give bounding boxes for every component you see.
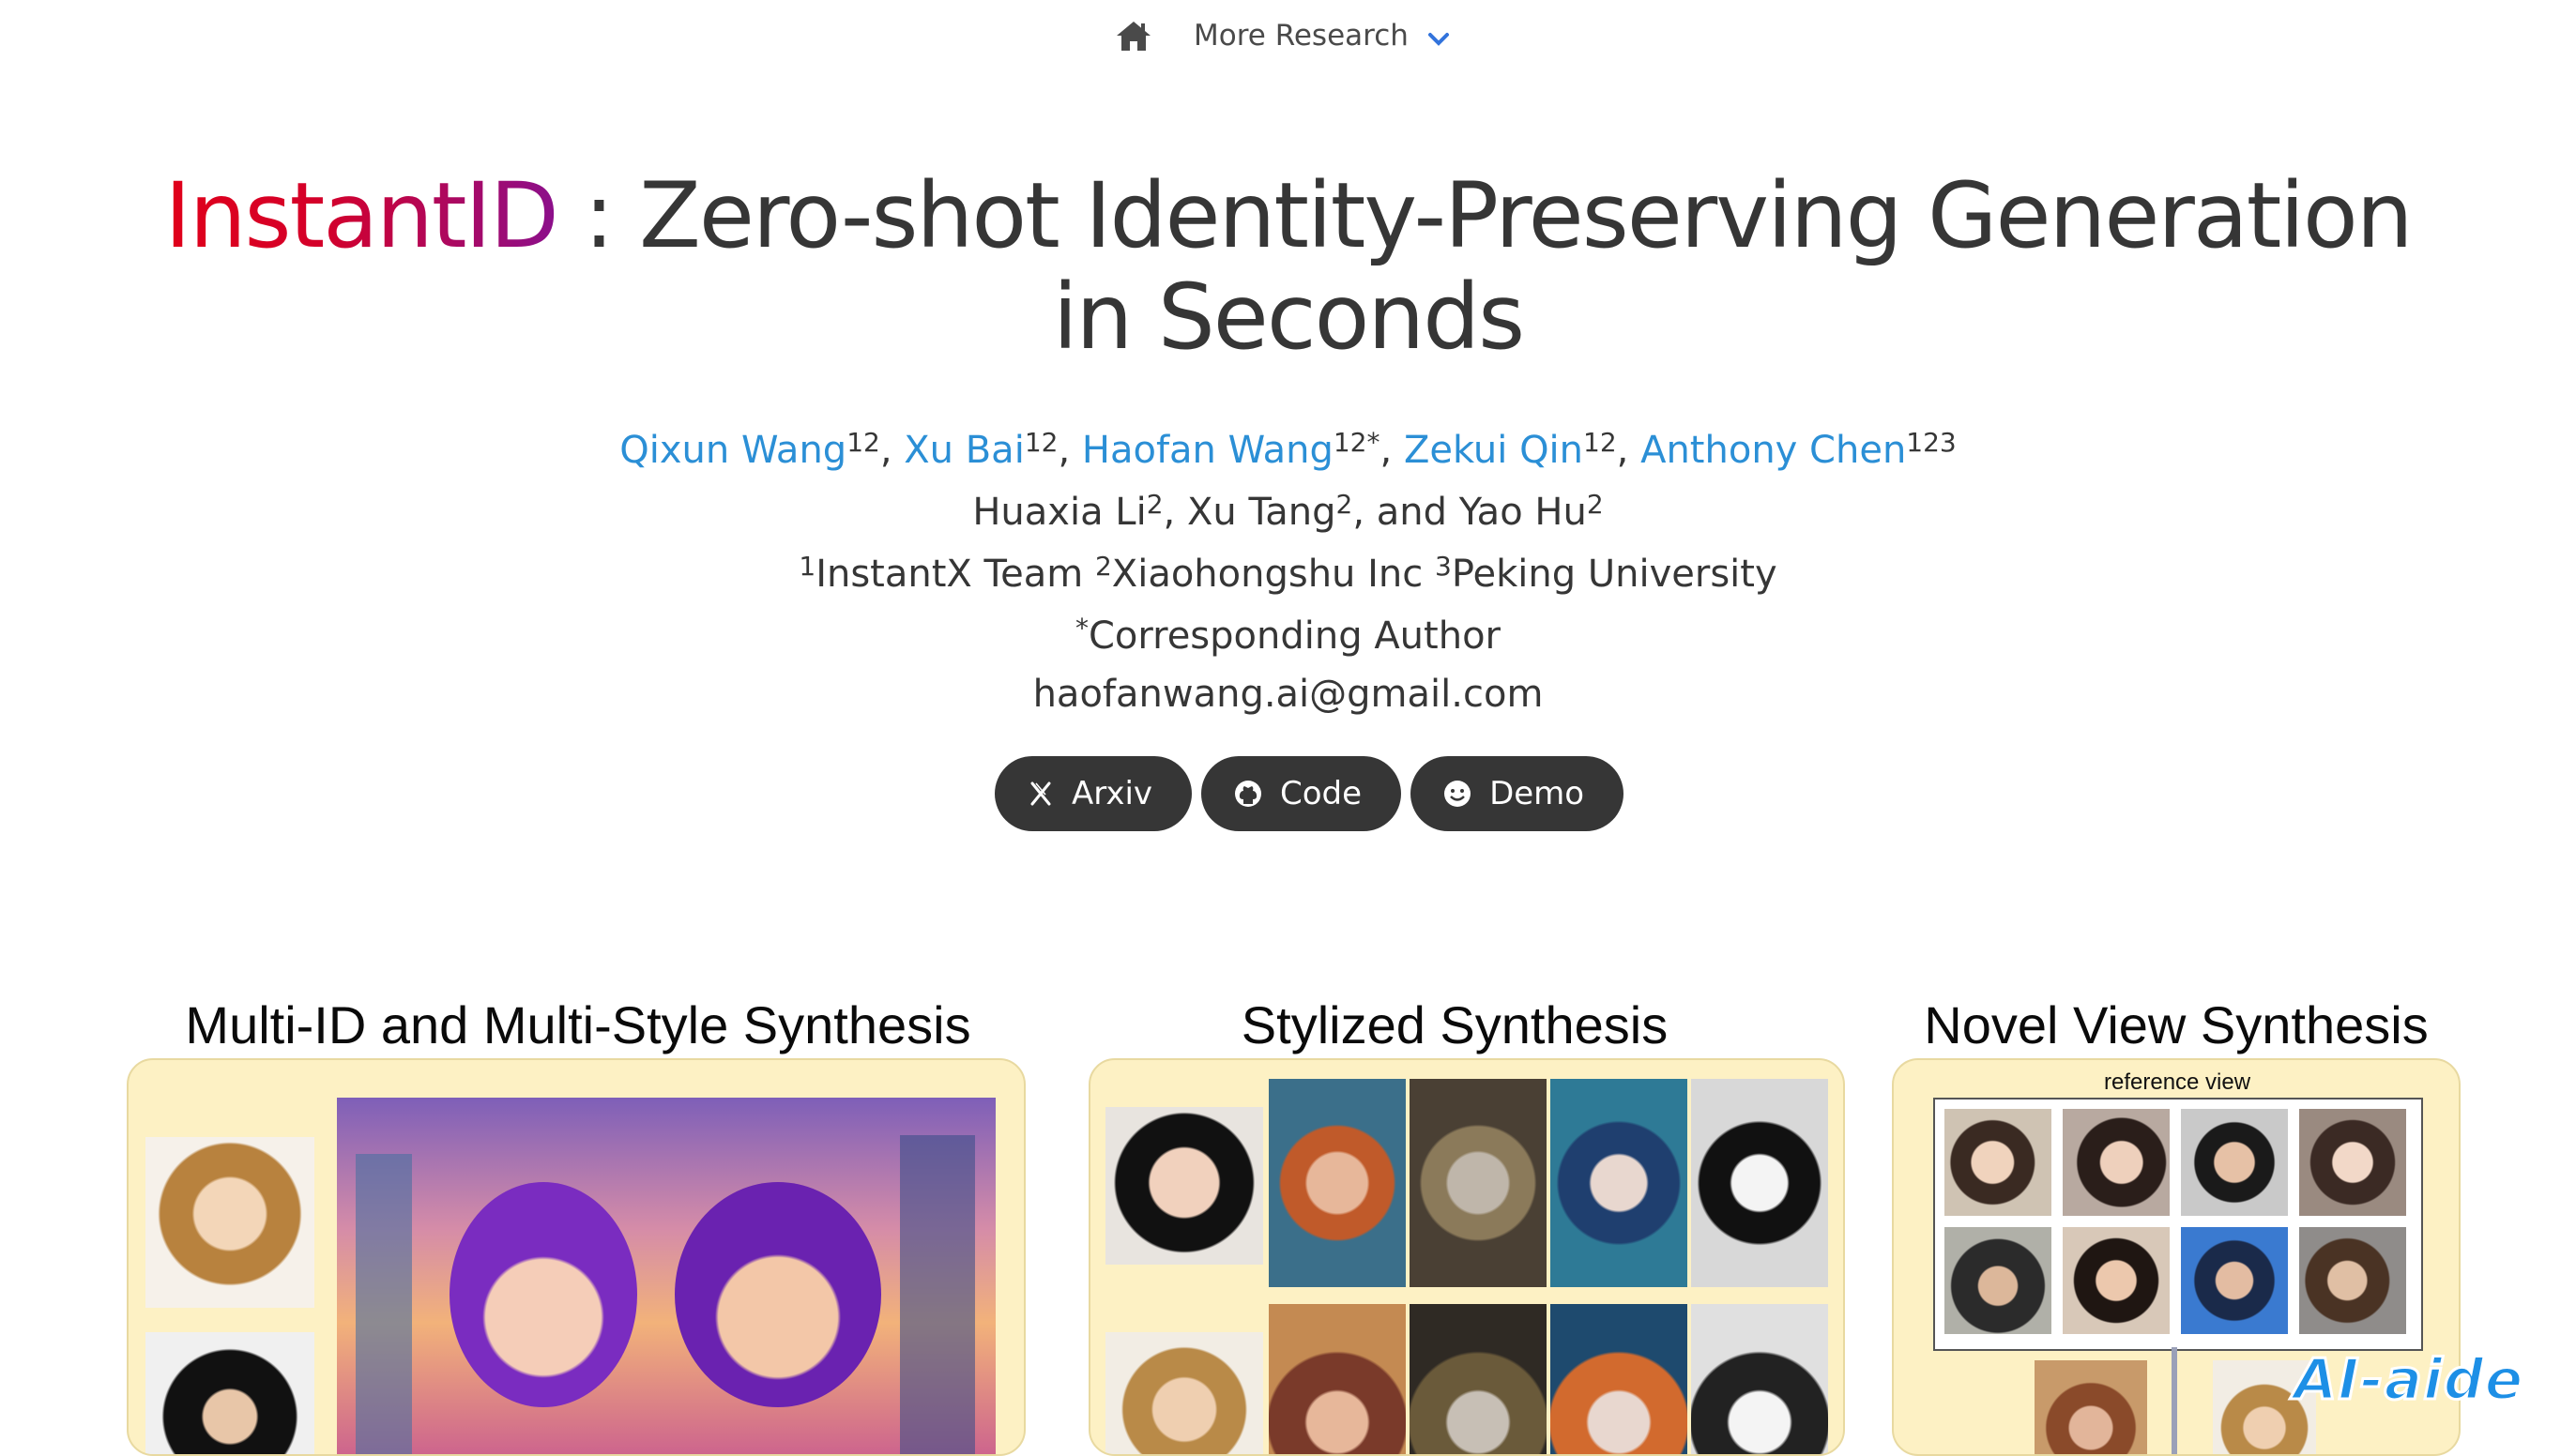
reference-view-box: reference view [1933, 1069, 2423, 1351]
affiliation: InstantX Team [815, 553, 1084, 596]
view-photo [2063, 1227, 2170, 1334]
author-link[interactable]: Haofan Wang [1082, 429, 1334, 472]
author-link[interactable]: Zekui Qin [1404, 429, 1583, 472]
section-title-multi: Multi-ID and Multi-Style Synthesis [185, 995, 971, 1054]
section-title-stylized: Stylized Synthesis [1241, 995, 1669, 1054]
generated-image [337, 1098, 996, 1454]
author-name: Yao Hu [1458, 491, 1587, 534]
author-link[interactable]: Qixun Wang [619, 429, 846, 472]
smile-icon [1444, 781, 1471, 807]
view-photo [1944, 1227, 2051, 1334]
author-affil: 2 [1586, 489, 1604, 520]
arxiv-label: Arxiv [1072, 775, 1153, 812]
affil-num: 2 [1094, 551, 1112, 582]
author-affil: 12 [1024, 427, 1059, 458]
arxiv-button[interactable]: Arxiv [995, 756, 1193, 831]
affil-num: 1 [799, 551, 816, 582]
author-name: Xu Tang [1186, 491, 1336, 534]
page-title: InstantID : Zero-shot Identity-Preservin… [0, 165, 2576, 368]
stylized-image [1691, 1079, 1828, 1287]
author-affil: 12 [846, 427, 880, 458]
reference-photo [1105, 1332, 1263, 1454]
arxiv-icon [1030, 781, 1051, 806]
code-label: Code [1280, 775, 1363, 812]
affil-num: 3 [1434, 551, 1452, 582]
author-affil: 2 [1335, 489, 1353, 520]
author-list-primary: Qixun Wang12, Xu Bai12, Haofan Wang12*, … [619, 427, 1957, 472]
generated-view [2035, 1360, 2147, 1454]
affiliations: 1InstantX Team 2Xiaohongshu Inc 3Peking … [0, 551, 2576, 597]
demo-label: Demo [1489, 775, 1585, 812]
view-photo [2063, 1109, 2170, 1216]
chevron-down-icon [1427, 24, 1450, 47]
stylized-image [1691, 1304, 1828, 1454]
divider [2172, 1347, 2177, 1454]
author-link[interactable]: Xu Bai [904, 429, 1025, 472]
more-research-label: More Research [1194, 19, 1409, 53]
github-icon [1235, 781, 1262, 807]
watermark-logo: AI-aide [2292, 1346, 2524, 1415]
code-button[interactable]: Code [1201, 756, 1402, 831]
author-affil: 123 [1906, 427, 1957, 458]
stylized-image [1269, 1079, 1406, 1287]
contact-email: haofanwang.ai@gmail.com [1032, 673, 1544, 716]
title-line1: : Zero-shot Identity-Preserving Generati… [556, 163, 2413, 268]
stylized-image [1269, 1304, 1406, 1454]
title-line2: in Seconds [1052, 265, 1525, 370]
author-name: Huaxia Li [972, 491, 1147, 534]
stylized-image [1410, 1079, 1547, 1287]
view-photo [2181, 1227, 2288, 1334]
home-icon[interactable] [1115, 19, 1152, 53]
section-title-novel: Novel View Synthesis [1924, 995, 2429, 1054]
link-buttons: Arxiv Code Demo [995, 756, 1624, 831]
corr-mark: * [1075, 613, 1089, 644]
stylized-panel [1089, 1058, 1845, 1456]
reference-photo [145, 1137, 314, 1308]
stylized-image [1410, 1304, 1547, 1454]
affiliation: Peking University [1451, 553, 1777, 596]
author-affil: 2 [1146, 489, 1164, 520]
view-photo [2299, 1227, 2406, 1334]
author-link[interactable]: Anthony Chen [1640, 429, 1906, 472]
corresponding-note: *Corresponding Author [0, 613, 2576, 659]
top-navbar: More Research [0, 0, 2576, 71]
stylized-image [1550, 1079, 1687, 1287]
affiliation: Xiaohongshu Inc [1111, 553, 1424, 596]
view-photo [1944, 1109, 2051, 1216]
author-affil: 12* [1333, 427, 1380, 458]
reference-view-label: reference view [2104, 1069, 2251, 1095]
view-photo [2181, 1109, 2288, 1216]
brand-name: InstantID [164, 163, 558, 268]
view-photo [2299, 1109, 2406, 1216]
author-affil: 12 [1583, 427, 1617, 458]
stylized-image [1550, 1304, 1687, 1454]
demo-button[interactable]: Demo [1410, 756, 1624, 831]
reference-photo [145, 1332, 314, 1454]
author-list-secondary: Huaxia Li2, Xu Tang2, and Yao Hu2 [972, 489, 1604, 534]
multi-id-panel [127, 1058, 1026, 1456]
corr-label: Corresponding Author [1088, 614, 1501, 658]
more-research-dropdown[interactable]: More Research [1194, 17, 1450, 54]
reference-photo [1105, 1107, 1263, 1265]
